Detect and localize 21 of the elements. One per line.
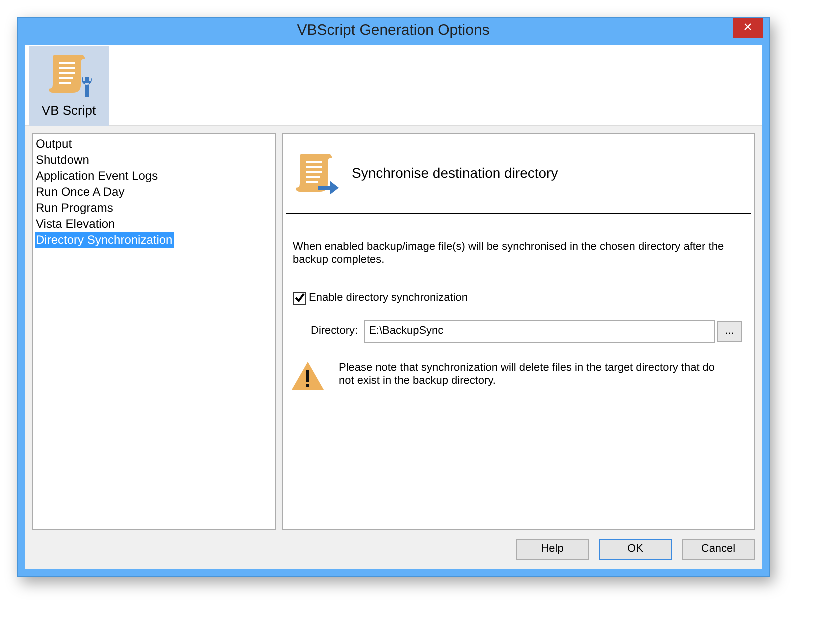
close-button[interactable]: × <box>733 18 763 38</box>
dialog-button[interactable]: Cancel <box>682 539 755 560</box>
sidebar-item[interactable]: Run Once A Day <box>35 184 126 200</box>
warning-icon <box>291 360 325 390</box>
dialog-button[interactable]: OK <box>599 539 672 560</box>
directory-label: Directory: <box>311 324 358 339</box>
sidebar-item[interactable]: Output <box>35 136 74 152</box>
checkbox-label: Enable directory synchronization <box>309 291 468 306</box>
sidebar-item[interactable]: Vista Elevation <box>35 216 116 232</box>
toolbar-button[interactable]: VB Script <box>29 46 109 126</box>
directory-field[interactable]: E:\BackupSync <box>364 320 716 342</box>
warning-text: Please note that synchronization will delete files in the target directory that do not exist in the backup directory. <box>339 360 716 388</box>
browse-button[interactable]: ... <box>717 320 742 342</box>
dialog-button[interactable]: Help <box>516 539 589 560</box>
window-title: VBScript Generation Options <box>297 21 490 42</box>
panel-heading: Synchronise destination directory <box>352 164 558 183</box>
sidebar-item[interactable]: Shutdown <box>35 152 90 168</box>
enable-checkbox[interactable] <box>293 292 306 305</box>
description-text: When enabled backup/image file(s) will be synchronised in the chosen directory after the backup completes. <box>293 241 726 267</box>
sidebar-item[interactable]: Run Programs <box>35 200 114 216</box>
sidebar-item[interactable]: Application Event Logs <box>35 168 160 184</box>
